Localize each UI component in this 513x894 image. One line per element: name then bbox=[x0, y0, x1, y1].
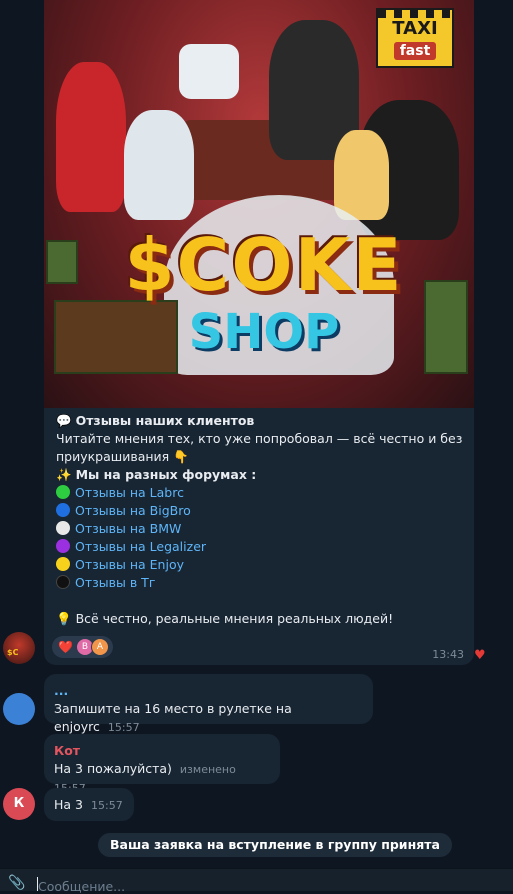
taxi-badge: TAXI fast bbox=[376, 8, 454, 68]
avatar[interactable]: К bbox=[3, 788, 35, 820]
pointing-down-icon: 👇 bbox=[173, 449, 189, 464]
post-description-line2: приукрашивания bbox=[56, 449, 170, 464]
sender-name[interactable]: ... bbox=[54, 682, 363, 700]
lightbulb-icon: 💡 bbox=[56, 611, 72, 626]
review-link-enjoy[interactable]: Отзывы на Enjoy bbox=[75, 557, 184, 572]
channel-avatar-logo: $C bbox=[7, 648, 19, 657]
speech-bubble-icon: 💬 bbox=[56, 413, 72, 428]
spacer-line bbox=[56, 592, 466, 610]
review-link-row[interactable]: Отзывы на BigBro bbox=[56, 502, 466, 520]
logo-line-coke: $COKE bbox=[124, 223, 404, 307]
robot-head bbox=[179, 44, 239, 99]
message-input[interactable]: Сообщение... bbox=[38, 879, 125, 894]
review-link-row[interactable]: Отзывы в Тг bbox=[56, 574, 466, 592]
post-image[interactable]: $COKE SHOP TAXI fast bbox=[44, 0, 474, 408]
review-link-row[interactable]: Отзывы на Enjoy bbox=[56, 556, 466, 574]
taxi-checker-pattern bbox=[378, 10, 452, 18]
review-link-legalizer[interactable]: Отзывы на Legalizer bbox=[75, 539, 206, 554]
message-text: Запишите на 16 место в рулетке на enjoyr… bbox=[54, 701, 292, 734]
taxi-label: TAXI bbox=[392, 18, 438, 39]
reactions[interactable]: ❤️ В А bbox=[52, 636, 113, 658]
heart-icon[interactable]: ♥ bbox=[474, 648, 486, 663]
blue-circle-icon bbox=[56, 503, 70, 517]
yellow-circle-icon bbox=[56, 557, 70, 571]
attach-icon[interactable]: 📎 bbox=[8, 875, 25, 891]
forums-heading: Мы на разных форумах : bbox=[75, 467, 257, 482]
post-text: 💬 Отзывы наших клиентов Читайте мнения т… bbox=[56, 412, 466, 628]
message-bubble[interactable]: На 3 15:57 bbox=[44, 788, 134, 821]
post-timestamp: 13:43 bbox=[432, 648, 464, 661]
message-text: На 3 пожалуйста) bbox=[54, 761, 172, 776]
review-link-telegram[interactable]: Отзывы в Тг bbox=[75, 575, 155, 590]
heart-reaction[interactable]: ❤️ В А bbox=[52, 636, 113, 658]
forums-heading-line: ✨ Мы на разных форумах : bbox=[56, 466, 466, 484]
channel-post[interactable]: $COKE SHOP TAXI fast 💬 Отзывы наших клие… bbox=[44, 0, 474, 665]
post-heading: Отзывы наших клиентов bbox=[75, 413, 255, 428]
channel-avatar[interactable]: $C bbox=[3, 632, 35, 664]
post-footer-line: 💡 Всё честно, реальные мнения реальных л… bbox=[56, 610, 466, 628]
figure-blonde bbox=[334, 130, 389, 220]
reactor-avatar: А bbox=[90, 638, 109, 656]
chat-window: $COKE SHOP TAXI fast 💬 Отзывы наших клие… bbox=[0, 0, 513, 894]
message-bubble[interactable]: Кот На 3 пожалуйста)изменено 15:57 bbox=[44, 734, 280, 795]
review-link-bmw[interactable]: Отзывы на BMW bbox=[75, 521, 181, 536]
post-description-line2-row: приукрашивания 👇 bbox=[56, 448, 466, 466]
fast-label: fast bbox=[393, 42, 437, 60]
message-time: 15:57 bbox=[107, 721, 140, 734]
review-link-row[interactable]: Отзывы на Labrc bbox=[56, 484, 466, 502]
avatar[interactable] bbox=[3, 693, 35, 725]
message-text: На 3 bbox=[54, 797, 83, 812]
coke-shop-logo: $COKE SHOP bbox=[94, 225, 434, 359]
white-circle-icon bbox=[56, 521, 70, 535]
post-footer: Всё честно, реальные мнения реальных люд… bbox=[75, 611, 394, 626]
cash-stack bbox=[46, 240, 78, 284]
figure-left bbox=[56, 62, 126, 212]
review-link-row[interactable]: Отзывы на Legalizer bbox=[56, 538, 466, 556]
purple-circle-icon bbox=[56, 539, 70, 553]
sender-name[interactable]: Кот bbox=[54, 742, 270, 760]
service-message: Ваша заявка на вступление в группу приня… bbox=[98, 833, 452, 857]
logo-line-shop: SHOP bbox=[188, 304, 340, 360]
heart-icon: ❤️ bbox=[58, 640, 73, 654]
review-link-labrc[interactable]: Отзывы на Labrc bbox=[75, 485, 184, 500]
green-circle-icon bbox=[56, 485, 70, 499]
review-link-row[interactable]: Отзывы на BMW bbox=[56, 520, 466, 538]
black-circle-icon bbox=[56, 575, 70, 589]
robot-figure bbox=[124, 110, 194, 220]
post-heading-line: 💬 Отзывы наших клиентов bbox=[56, 412, 466, 430]
post-description-line1: Читайте мнения тех, кто уже попробовал —… bbox=[56, 431, 463, 446]
sparkles-icon: ✨ bbox=[56, 467, 72, 482]
message-bubble[interactable]: ... Запишите на 16 место в рулетке на en… bbox=[44, 674, 373, 734]
message-time: 15:57 bbox=[91, 799, 123, 812]
review-link-bigbro[interactable]: Отзывы на BigBro bbox=[75, 503, 191, 518]
message-composer[interactable]: 📎 Сообщение... bbox=[0, 868, 513, 894]
